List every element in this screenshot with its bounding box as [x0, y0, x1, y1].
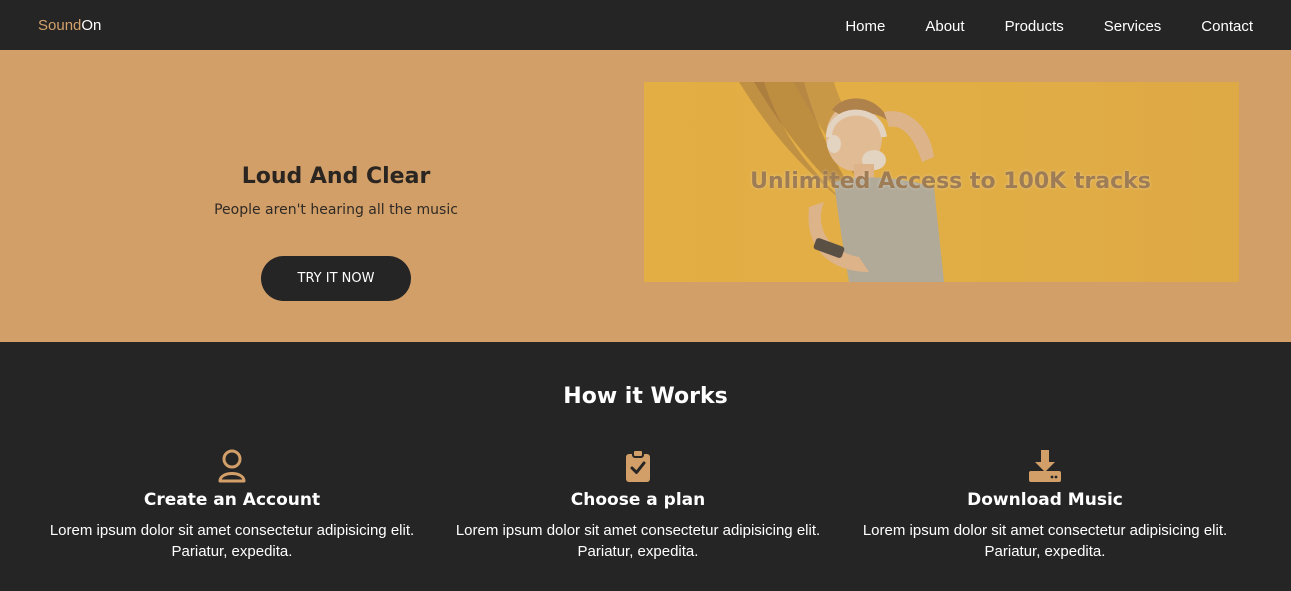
- hero-image: Unlimited Access to 100K tracks: [644, 82, 1239, 282]
- hero-text-block: Loud And Clear People aren't hearing all…: [0, 50, 672, 342]
- step-title: Download Music: [967, 490, 1123, 510]
- step-choose-plan: Choose a plan Lorem ipsum dolor sit amet…: [435, 448, 841, 562]
- step-text: Lorem ipsum dolor sit amet consectetur a…: [455, 522, 821, 560]
- hero-image-caption: Unlimited Access to 100K tracks: [750, 169, 1151, 194]
- clipboard-check-icon: [435, 448, 841, 484]
- hero-subtitle: People aren't hearing all the music: [214, 202, 458, 218]
- nav-link-home[interactable]: Home: [845, 18, 885, 35]
- logo[interactable]: SoundOn: [38, 17, 101, 34]
- how-it-works-title: How it Works: [563, 384, 728, 409]
- nav-link-contact[interactable]: Contact: [1201, 18, 1253, 35]
- step-create-account: Create an Account Lorem ipsum dolor sit …: [29, 448, 435, 562]
- nav-link-about[interactable]: About: [925, 18, 964, 35]
- step-text: Lorem ipsum dolor sit amet consectetur a…: [862, 522, 1228, 560]
- user-icon: [29, 448, 435, 484]
- nav-links: Home About Products Services Contact: [805, 16, 1253, 35]
- step-text: Lorem ipsum dolor sit amet consectetur a…: [49, 522, 415, 560]
- hero-section: Loud And Clear People aren't hearing all…: [0, 50, 1291, 342]
- logo-on: On: [81, 16, 102, 34]
- step-title: Choose a plan: [570, 490, 706, 510]
- logo-sound: Sound: [38, 16, 82, 34]
- nav-link-products[interactable]: Products: [1005, 18, 1064, 35]
- download-icon: [842, 448, 1248, 484]
- step-title: Create an Account: [143, 490, 321, 510]
- try-it-now-button[interactable]: TRY IT NOW: [261, 256, 411, 301]
- how-it-works-section: How it Works Create an Account Lorem ips…: [0, 342, 1291, 591]
- step-download-music: Download Music Lorem ipsum dolor sit ame…: [842, 448, 1248, 562]
- hero-title: Loud And Clear: [241, 164, 431, 189]
- nav-link-services[interactable]: Services: [1104, 18, 1162, 35]
- navbar: SoundOn Home About Products Services Con…: [0, 0, 1291, 50]
